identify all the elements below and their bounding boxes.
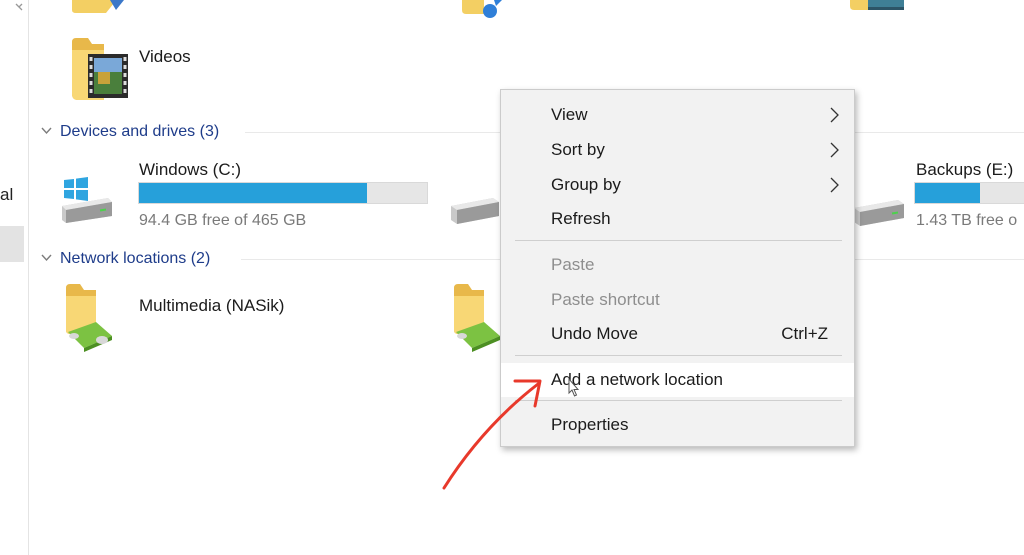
menu-item-label: Paste xyxy=(551,255,595,274)
menu-item-group-by[interactable]: Group by xyxy=(501,168,854,202)
menu-item-paste[interactable]: Paste xyxy=(501,248,854,282)
videos-folder-icon[interactable] xyxy=(68,36,132,102)
menu-item-sort-by[interactable]: Sort by xyxy=(501,133,854,167)
menu-separator xyxy=(515,400,842,401)
menu-item-label: Undo Move xyxy=(551,324,638,343)
menu-separator xyxy=(515,355,842,356)
music-folder-icon[interactable] xyxy=(456,0,506,20)
group-divider xyxy=(853,259,1024,260)
menu-item-view[interactable]: View xyxy=(501,98,854,132)
network-folder-icon[interactable] xyxy=(62,284,116,352)
drive-c-free-space: 94.4 GB free of 465 GB xyxy=(139,212,307,229)
chevron-right-icon xyxy=(830,177,839,193)
group-divider xyxy=(853,132,1024,133)
context-menu[interactable]: View Sort by Group by Refresh Paste Past… xyxy=(500,89,855,447)
devices-group-header[interactable]: Devices and drives (3) xyxy=(60,123,219,141)
drive-icon[interactable] xyxy=(449,196,501,226)
chevron-down-icon[interactable] xyxy=(41,253,52,263)
menu-item-paste-shortcut[interactable]: Paste shortcut xyxy=(501,283,854,317)
network-group-header[interactable]: Network locations (2) xyxy=(60,250,210,268)
windows-drive-icon[interactable] xyxy=(60,176,114,224)
mouse-cursor-icon xyxy=(568,378,580,397)
group-divider xyxy=(245,132,503,133)
pin-icon xyxy=(15,3,23,11)
drive-e-usage-fill xyxy=(915,183,980,203)
network-location-label[interactable]: Multimedia (NASik) xyxy=(139,296,284,316)
menu-item-undo-move[interactable]: Undo Move Ctrl+Z xyxy=(501,317,854,351)
group-divider xyxy=(241,259,503,260)
folder-icon[interactable] xyxy=(70,0,126,14)
menu-item-label: Paste shortcut xyxy=(551,290,660,309)
menu-item-label: Sort by xyxy=(551,140,605,159)
chevron-right-icon xyxy=(830,107,839,123)
drive-c-label[interactable]: Windows (C:) xyxy=(139,160,241,180)
chevron-right-icon xyxy=(830,142,839,158)
menu-item-label: View xyxy=(551,105,588,124)
menu-item-label: Group by xyxy=(551,175,621,194)
menu-item-label: Refresh xyxy=(551,209,611,228)
drive-e-free-space: 1.43 TB free o xyxy=(916,212,1018,229)
nav-item-partial-label[interactable]: al xyxy=(0,185,13,205)
menu-item-label: Properties xyxy=(551,415,629,434)
menu-item-shortcut: Ctrl+Z xyxy=(781,324,828,343)
menu-item-properties[interactable]: Properties xyxy=(501,408,854,442)
menu-item-refresh[interactable]: Refresh xyxy=(501,202,854,236)
drive-c-usage-bar xyxy=(138,182,428,204)
nav-selected-item[interactable] xyxy=(0,226,24,262)
navigation-pane[interactable] xyxy=(0,0,29,555)
pictures-folder-icon[interactable] xyxy=(846,0,906,12)
menu-separator xyxy=(515,240,842,241)
chevron-down-icon[interactable] xyxy=(41,126,52,136)
backups-drive-icon[interactable] xyxy=(852,196,906,228)
drive-e-label[interactable]: Backups (E:) xyxy=(916,160,1013,180)
network-folder-icon[interactable] xyxy=(448,284,500,352)
drive-c-usage-fill xyxy=(139,183,367,203)
videos-folder-label[interactable]: Videos xyxy=(139,47,191,67)
menu-item-add-network-location[interactable]: Add a network location xyxy=(501,363,854,397)
drive-e-usage-bar xyxy=(914,182,1024,204)
